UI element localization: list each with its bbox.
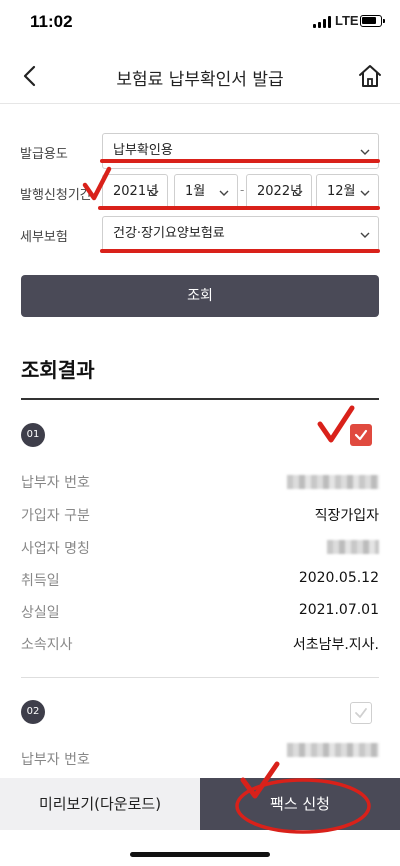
annotation-underline — [98, 206, 380, 210]
checkmark-icon — [355, 708, 367, 718]
page-title: 보험료 납부확인서 발급 — [116, 70, 284, 90]
battery-icon — [360, 15, 385, 27]
end-year-select[interactable]: 2022년 — [246, 174, 312, 210]
start-month-value: 1월 — [185, 184, 206, 199]
redacted-value — [287, 743, 379, 757]
chevron-down-icon — [149, 190, 159, 196]
insurance-type-value: 건강·장기요양보험료 — [113, 226, 225, 241]
chevron-down-icon — [360, 190, 370, 196]
branch-value: 서초남부.지사. — [292, 637, 379, 653]
status-time: 11:02 — [30, 12, 73, 31]
home-button[interactable] — [356, 62, 384, 90]
branch-label: 소속지사 — [21, 637, 73, 653]
chevron-down-icon — [219, 190, 229, 196]
chevron-down-icon — [293, 190, 303, 196]
period-label: 발행신청기간 — [20, 188, 92, 203]
purpose-select[interactable]: 납부확인용 — [102, 133, 379, 169]
start-year-select[interactable]: 2021년 — [102, 174, 168, 210]
app-header: 보험료 납부확인서 발급 — [0, 48, 400, 104]
annotation-underline — [100, 159, 380, 163]
insurance-type-select[interactable]: 건강·장기요양보험료 — [102, 216, 379, 252]
preview-download-button[interactable]: 미리보기(다운로드) — [0, 778, 200, 830]
search-button[interactable]: 조회 — [21, 275, 379, 317]
home-indicator — [130, 852, 270, 857]
signal-icon — [313, 16, 333, 28]
chevron-down-icon — [360, 232, 370, 238]
subscriber-type-value: 직장가입자 — [314, 508, 379, 524]
loss-date-value: 2021.07.01 — [298, 602, 379, 618]
payer-number-label: 납부자 번호 — [21, 475, 90, 491]
redacted-value — [327, 540, 379, 554]
acquisition-date-value: 2020.05.12 — [298, 570, 379, 586]
bottom-action-bar: 미리보기(다운로드) 팩스 신청 — [0, 778, 400, 830]
purpose-label: 발급용도 — [20, 147, 68, 162]
start-month-select[interactable]: 1월 — [174, 174, 238, 210]
loss-date-label: 상실일 — [21, 605, 60, 621]
checkmark-icon — [354, 429, 368, 441]
redacted-value — [287, 475, 379, 489]
item-number-badge: 02 — [21, 700, 45, 724]
business-name-label: 사업자 명칭 — [21, 541, 90, 557]
chevron-down-icon — [360, 149, 370, 155]
network-label: LTE — [335, 13, 359, 28]
results-title: 조회결과 — [21, 358, 95, 382]
item-checkbox[interactable] — [350, 702, 372, 724]
annotation-underline — [100, 249, 380, 253]
insurance-type-label: 세부보험 — [20, 230, 68, 245]
subscriber-type-label: 가입자 구분 — [21, 508, 90, 524]
item-divider — [21, 677, 379, 678]
home-icon — [359, 65, 381, 87]
item-number-badge: 01 — [21, 423, 45, 447]
fax-request-button[interactable]: 팩스 신청 — [200, 778, 400, 830]
period-separator: - — [240, 183, 245, 197]
acquisition-date-label: 취득일 — [21, 573, 60, 589]
payer-number-label: 납부자 번호 — [21, 752, 90, 768]
end-month-value: 12월 — [327, 184, 356, 199]
status-bar: 11:02 LTE — [0, 0, 400, 48]
end-month-select[interactable]: 12월 — [316, 174, 379, 210]
purpose-row: 발급용도 납부확인용 — [0, 133, 400, 171]
purpose-value: 납부확인용 — [113, 143, 173, 158]
item-checkbox[interactable] — [350, 424, 372, 446]
results-divider — [21, 398, 379, 400]
